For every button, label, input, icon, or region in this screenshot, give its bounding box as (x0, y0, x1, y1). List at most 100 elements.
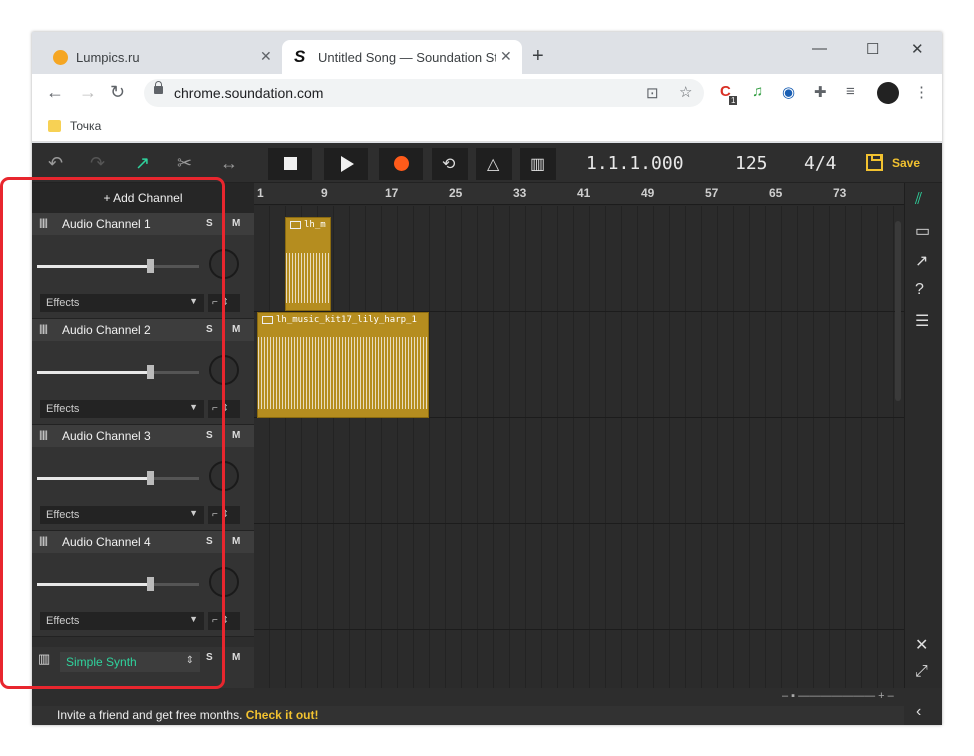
track-lane[interactable]: lh_music_kit17_lily_harp_1 (254, 312, 904, 418)
publish-icon[interactable]: ↗ (915, 251, 928, 271)
timeline-ruler[interactable]: 1 9 17 25 33 41 49 57 65 73 (254, 183, 904, 205)
forward-button[interactable]: → (79, 82, 97, 103)
vertical-scrollbar[interactable] (895, 221, 901, 401)
solo-button[interactable]: S (206, 430, 213, 441)
effects-dropdown[interactable]: Effects ▼ (40, 400, 204, 418)
loop-icon: ⟲ (442, 156, 456, 173)
loop-button[interactable]: ⟲ (432, 148, 468, 180)
close-window-button[interactable]: ✕ (911, 40, 924, 58)
volume-slider[interactable] (37, 259, 199, 273)
effects-dropdown[interactable]: Effects ▼ (40, 506, 204, 524)
pan-knob[interactable] (209, 567, 239, 597)
time-signature-display[interactable]: 4/4 (804, 153, 837, 174)
save-icon[interactable] (866, 154, 883, 171)
redo-icon[interactable]: ↷ (90, 153, 105, 174)
track-lane[interactable] (254, 418, 904, 524)
automation-button[interactable]: ⌐ ⇕ (208, 294, 240, 312)
channel-header[interactable]: ||||| Audio Channel 2 S M (32, 319, 254, 341)
back-button[interactable]: ← (46, 82, 64, 103)
channel-header[interactable]: ||||| Audio Channel 4 S M (32, 531, 254, 553)
mute-button[interactable]: M (232, 324, 240, 335)
collapse-left-icon[interactable]: ‹ (916, 703, 921, 721)
solo-button[interactable]: S (206, 218, 213, 229)
channel-header[interactable]: ||||| Audio Channel 3 S M (32, 425, 254, 447)
volume-handle[interactable] (147, 577, 155, 591)
menu-kebab-icon[interactable]: ⋮ (914, 83, 929, 101)
tab-lumpics[interactable]: Lumpics.ru ✕ (40, 40, 280, 74)
minimize-button[interactable]: — (812, 40, 827, 57)
automation-button[interactable]: ⌐ ⇕ (208, 400, 240, 418)
undo-icon[interactable]: ↶ (48, 153, 63, 174)
mute-button[interactable]: M (232, 652, 240, 663)
mute-button[interactable]: M (232, 218, 240, 229)
mute-button[interactable]: M (232, 536, 240, 547)
close-tab-icon[interactable]: ✕ (500, 48, 512, 65)
address-bar[interactable]: chrome.soundation.com ⊡ ☆ (144, 79, 704, 107)
position-display[interactable]: 1.1.1.000 (586, 153, 684, 174)
reload-button[interactable]: ↻ (110, 82, 125, 103)
mute-button[interactable]: M (232, 430, 240, 441)
record-button[interactable] (379, 148, 423, 180)
synth-channel: ▥ Simple Synth ⇕ S M (32, 647, 254, 688)
play-icon (341, 156, 354, 172)
help-icon[interactable]: ? (915, 281, 924, 299)
volume-slider[interactable] (37, 365, 199, 379)
media-queue-icon[interactable]: ≡ (846, 83, 855, 100)
effects-dropdown[interactable]: Effects ▼ (40, 294, 204, 312)
audio-channel: ||||| Audio Channel 3 S M Effects ▼ ⌐ ⇕ (32, 425, 254, 531)
volume-handle[interactable] (147, 471, 155, 485)
track-lane[interactable] (254, 630, 904, 688)
keyboard-button[interactable]: ▥ (520, 148, 556, 180)
solo-button[interactable]: S (206, 652, 213, 663)
volume-handle[interactable] (147, 365, 155, 379)
url-text: chrome.soundation.com (174, 85, 324, 101)
bookmark-item-label[interactable]: Точка (70, 119, 101, 133)
horizontal-zoom[interactable]: – ▪ ——————— + – (782, 690, 894, 702)
close-icon[interactable]: ✕ (915, 635, 928, 655)
cut-tool-icon[interactable]: ✂ (177, 153, 192, 174)
pan-knob[interactable] (209, 249, 239, 279)
pointer-tool-icon[interactable]: ↗ (135, 153, 150, 174)
volume-slider[interactable] (37, 577, 199, 591)
tab-soundation[interactable]: S Untitled Song — Soundation Stu ✕ (282, 40, 522, 74)
library-icon[interactable]: ⫽ (915, 191, 922, 209)
effects-dropdown[interactable]: Effects ▼ (40, 612, 204, 630)
instrument-select[interactable]: Simple Synth ⇕ (60, 652, 200, 672)
extension-badge: 1 (729, 96, 738, 105)
volume-slider[interactable] (37, 471, 199, 485)
fullscreen-icon[interactable]: ⤢ (915, 663, 928, 681)
stop-button[interactable] (268, 148, 312, 180)
metronome-button[interactable]: △ (476, 148, 512, 180)
new-tab-button[interactable]: + (532, 45, 544, 68)
channel-header[interactable]: ||||| Audio Channel 1 S M (32, 213, 254, 235)
stretch-tool-icon[interactable]: ↔ (220, 153, 238, 174)
solo-button[interactable]: S (206, 324, 213, 335)
pan-knob[interactable] (209, 461, 239, 491)
avatar[interactable] (877, 82, 899, 104)
save-button[interactable]: Save (892, 156, 920, 170)
play-button[interactable] (324, 148, 368, 180)
music-extension-icon[interactable]: ♫ (752, 83, 763, 100)
close-tab-icon[interactable]: ✕ (260, 48, 272, 65)
add-channel-button[interactable]: + Add Channel (32, 183, 254, 213)
maximize-button[interactable]: ☐ (866, 40, 879, 58)
channel-name: Audio Channel 3 (62, 429, 151, 443)
tempo-display[interactable]: 125 (735, 153, 768, 174)
vpn-extension-icon[interactable]: ◉ (782, 83, 795, 101)
audio-clip[interactable]: lh_music_kit17_lily_harp_1 (257, 312, 429, 418)
settings-sliders-icon[interactable]: ☰ (915, 311, 929, 331)
check-it-out-link[interactable]: Check it out! (246, 708, 319, 722)
volume-handle[interactable] (147, 259, 155, 273)
track-lane[interactable]: lh_m (254, 206, 904, 312)
extensions-puzzle-icon[interactable]: ✚ (814, 83, 827, 101)
automation-button[interactable]: ⌐ ⇕ (208, 506, 240, 524)
audio-clip[interactable]: lh_m (285, 217, 331, 311)
lock-icon (154, 81, 163, 94)
translate-icon[interactable]: ⊡ (646, 84, 659, 102)
folder-icon[interactable]: ▭ (915, 221, 930, 241)
solo-button[interactable]: S (206, 536, 213, 547)
bookmark-star-icon[interactable]: ☆ (679, 83, 692, 101)
automation-button[interactable]: ⌐ ⇕ (208, 612, 240, 630)
pan-knob[interactable] (209, 355, 239, 385)
track-lane[interactable] (254, 524, 904, 630)
